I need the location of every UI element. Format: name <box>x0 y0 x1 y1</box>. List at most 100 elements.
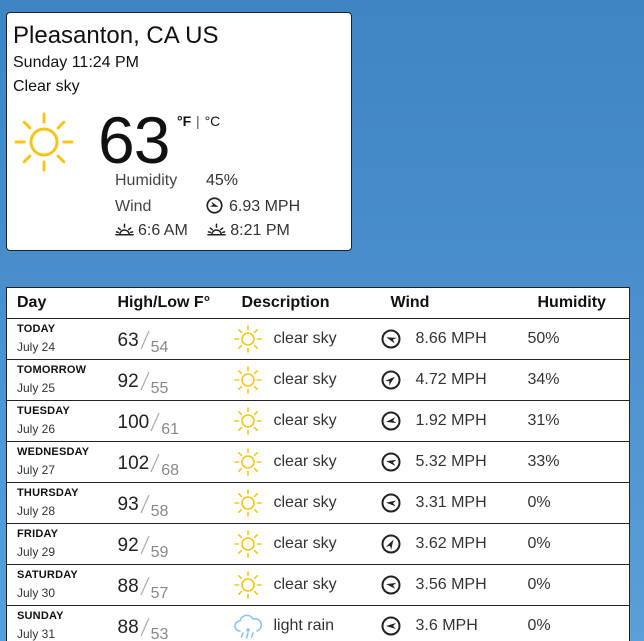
forecast-high: 100 <box>117 412 150 433</box>
slash-divider <box>140 494 150 514</box>
header-description: Description <box>231 287 381 319</box>
forecast-description: clear sky <box>273 412 337 429</box>
unit-separator: | <box>196 113 200 129</box>
unit-toggle: °F | °C <box>177 113 220 129</box>
wind-label: Wind <box>115 198 152 215</box>
forecast-high: 88 <box>117 576 139 597</box>
slash-divider <box>140 576 150 596</box>
forecast-description: clear sky <box>273 494 337 511</box>
forecast-date: July 31 <box>17 627 56 641</box>
header-humidity: Humidity <box>527 287 630 319</box>
forecast-date: July 30 <box>17 586 56 600</box>
slash-divider <box>150 453 160 473</box>
current-weather-card: Pleasanton, CA US Sunday 11:24 PM Clear … <box>6 12 352 251</box>
humidity-value: 45% <box>206 172 239 189</box>
slash-divider <box>140 617 150 637</box>
slash-divider <box>140 535 150 555</box>
forecast-day-name: TOMORROW <box>17 364 87 376</box>
sun-icon <box>232 529 264 559</box>
sun-icon <box>14 112 74 172</box>
humidity-row: Humidity 45% <box>115 172 238 190</box>
wind-direction-icon <box>381 534 400 554</box>
sun-icon <box>232 488 264 518</box>
forecast-wind: 8.66 MPH <box>415 330 487 347</box>
forecast-row: SUNDAY July 31 88 53 light rain 3.6 MPH 0… <box>7 606 630 641</box>
forecast-row: TUESDAY July 26 100 61 clear sky 1.92 MPH… <box>6 400 630 442</box>
unit-celsius[interactable]: °C <box>205 113 221 129</box>
forecast-humidity: 31% <box>527 400 630 442</box>
forecast-wind: 3.31 MPH <box>415 494 487 511</box>
sunset-icon <box>207 223 227 236</box>
sun-icon <box>232 447 264 477</box>
forecast-date: July 26 <box>17 422 56 436</box>
forecast-low: 54 <box>150 339 169 356</box>
forecast-humidity: 0% <box>527 564 630 606</box>
forecast-low: 57 <box>150 585 169 602</box>
wind-direction-icon <box>381 370 400 390</box>
sun-icon <box>232 406 264 436</box>
wind-direction-icon <box>381 616 400 636</box>
forecast-date: July 29 <box>17 545 56 559</box>
forecast-header-row: Day High/Low F° Description Wind Humidit… <box>6 287 630 319</box>
wind-direction-icon <box>381 452 400 472</box>
forecast-row: THURSDAY July 28 93 58 clear sky 3.31 MPH… <box>6 482 630 524</box>
forecast-low: 59 <box>150 544 169 561</box>
forecast-row: FRIDAY July 29 92 59 clear sky 3.62 MPH 0… <box>6 523 630 565</box>
forecast-row: WEDNESDAY July 27 102 68 clear sky 5.32 M… <box>6 441 630 483</box>
forecast-rows: TODAY July 24 63 54 clear sky 8.66 MPH 50… <box>6 318 630 641</box>
current-temperature: 63 <box>98 103 170 177</box>
unit-fahrenheit[interactable]: °F <box>177 113 191 129</box>
wind-direction-icon <box>381 329 400 349</box>
sun-icon <box>232 365 264 395</box>
forecast-high: 102 <box>117 453 150 474</box>
forecast-low: 58 <box>150 503 169 520</box>
sun-icon <box>232 570 264 600</box>
sun-icon <box>232 324 264 354</box>
forecast-low: 55 <box>150 380 169 397</box>
header-day: Day <box>6 287 108 319</box>
rain-cloud-icon <box>232 611 264 641</box>
forecast-high: 63 <box>117 330 139 351</box>
forecast-high: 88 <box>117 617 139 638</box>
forecast-date: July 27 <box>17 463 56 477</box>
wind-direction-icon <box>381 411 400 431</box>
forecast-description: clear sky <box>273 330 337 347</box>
forecast-wind: 3.6 MPH <box>415 617 478 634</box>
forecast-wind: 1.92 MPH <box>415 412 487 429</box>
wind-direction-icon <box>381 493 400 513</box>
sunrise-time: 6:6 AM <box>138 222 188 239</box>
forecast-day-name: TODAY <box>17 323 56 335</box>
forecast-description: clear sky <box>273 535 337 552</box>
forecast-description: clear sky <box>273 371 337 388</box>
forecast-humidity: 0% <box>527 482 630 524</box>
wind-row: Wind 6.93 MPH <box>115 197 300 216</box>
slash-divider <box>140 330 150 350</box>
forecast-date: July 28 <box>17 504 56 518</box>
forecast-description: light rain <box>273 617 334 634</box>
forecast-row: SATURDAY July 30 88 57 clear sky 3.56 MPH… <box>6 564 630 606</box>
forecast-humidity: 33% <box>527 441 630 483</box>
forecast-low: 68 <box>161 462 179 479</box>
header-high-low: High/Low F° <box>107 287 232 319</box>
wind-direction-icon <box>381 575 400 595</box>
forecast-day-name: THURSDAY <box>17 487 79 499</box>
forecast-wind: 5.32 MPH <box>415 453 487 470</box>
forecast-high: 92 <box>117 371 139 392</box>
forecast-high: 93 <box>117 494 139 515</box>
sun-times-row: 6:6 AM 8:21 PM <box>115 222 305 240</box>
sunrise-icon <box>115 223 134 236</box>
forecast-date: July 25 <box>17 381 56 395</box>
humidity-label: Humidity <box>115 172 178 189</box>
forecast-day-name: SATURDAY <box>17 569 78 581</box>
forecast-humidity: 50% <box>527 318 630 360</box>
forecast-day-name: WEDNESDAY <box>17 446 90 458</box>
forecast-wind: 3.56 MPH <box>415 576 487 593</box>
forecast-day-name: SUNDAY <box>17 610 64 622</box>
forecast-low: 53 <box>150 626 169 641</box>
slash-divider <box>140 371 150 391</box>
forecast-row: TODAY July 24 63 54 clear sky 8.66 MPH 50… <box>6 318 630 360</box>
forecast-humidity: 34% <box>527 359 630 401</box>
forecast-humidity: 0% <box>527 523 630 565</box>
location-name: Pleasanton, CA US <box>13 22 219 49</box>
forecast-wind: 3.62 MPH <box>415 535 487 552</box>
